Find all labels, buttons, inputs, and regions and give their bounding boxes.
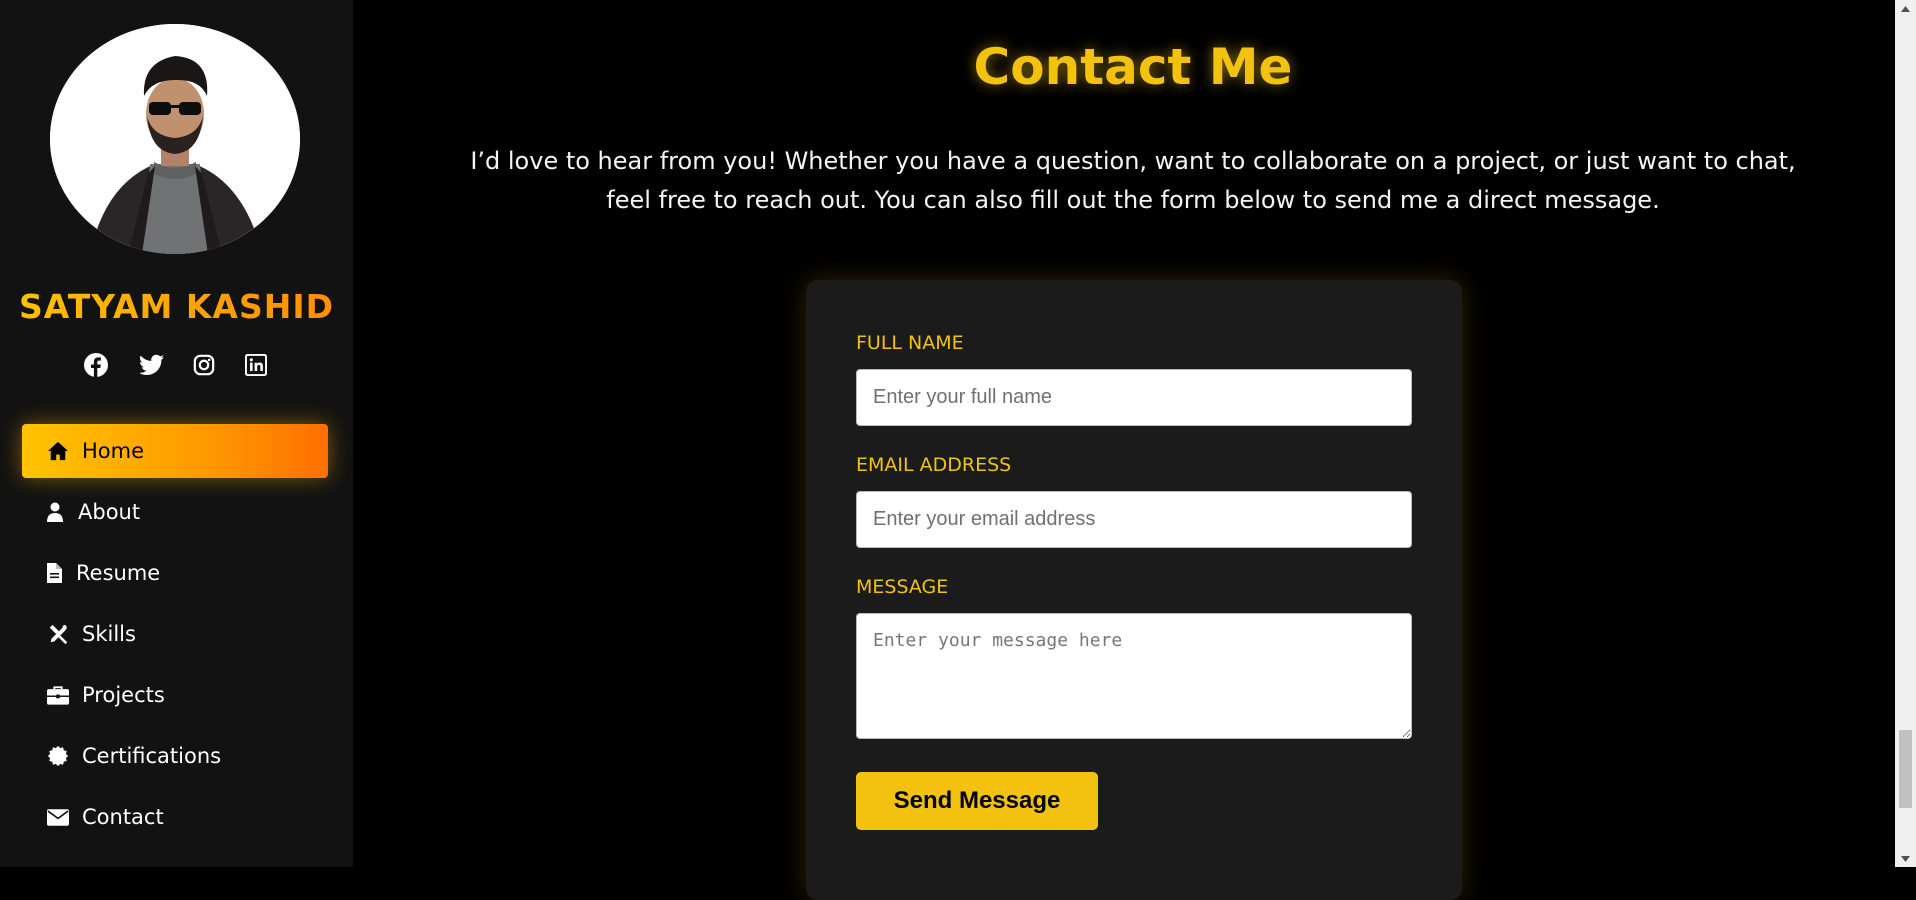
sidebar-item-home[interactable]: Home: [22, 424, 328, 478]
intro-text: I’d love to hear from you! Whether you h…: [453, 142, 1813, 220]
email-input[interactable]: [856, 491, 1412, 548]
instagram-icon[interactable]: [191, 352, 217, 378]
sidebar-item-label: Resume: [76, 561, 161, 585]
send-message-button[interactable]: Send Message: [856, 772, 1098, 830]
contact-form: FULL NAME EMAIL ADDRESS MESSAGE Send Mes…: [806, 280, 1462, 900]
scroll-up-arrow-icon[interactable]: [1895, 0, 1916, 17]
main-content: Contact Me I’d love to hear from you! Wh…: [353, 0, 1896, 900]
message-textarea[interactable]: [856, 613, 1412, 739]
user-icon: [46, 500, 64, 524]
sidebar-item-projects[interactable]: Projects: [22, 668, 328, 722]
sidebar-item-label: Projects: [82, 683, 165, 707]
tools-icon: [46, 622, 70, 646]
sidebar-item-label: About: [78, 500, 141, 524]
page-title: Contact Me: [973, 38, 1293, 96]
sidebar-item-label: Contact: [82, 805, 164, 829]
sidebar-item-contact[interactable]: Contact: [22, 790, 328, 844]
scroll-down-arrow-icon[interactable]: [1895, 850, 1916, 867]
sidebar-nav: Home About Resume Skills Projects Certif…: [22, 424, 328, 851]
home-icon: [46, 439, 70, 463]
avatar: [50, 24, 300, 254]
sidebar-item-label: Home: [82, 439, 145, 463]
sidebar: SATYAM KASHID Home About Resume Skills P…: [0, 0, 353, 867]
briefcase-icon: [46, 683, 70, 707]
full-name-label: FULL NAME: [856, 332, 964, 354]
linkedin-icon[interactable]: [243, 352, 269, 378]
intro-line: feel free to reach out. You can also fil…: [606, 186, 1660, 214]
sidebar-item-resume[interactable]: Resume: [22, 546, 328, 600]
social-links: [0, 352, 353, 382]
file-icon: [46, 561, 62, 585]
sidebar-item-label: Skills: [82, 622, 136, 646]
sidebar-item-certifications[interactable]: Certifications: [22, 729, 328, 783]
profile-photo: [50, 24, 300, 254]
sidebar-item-label: Certifications: [82, 744, 222, 768]
facebook-icon[interactable]: [83, 352, 109, 378]
full-name-input[interactable]: [856, 369, 1412, 426]
message-label: MESSAGE: [856, 576, 949, 598]
sidebar-item-skills[interactable]: Skills: [22, 607, 328, 661]
scrollbar-thumb[interactable]: [1899, 730, 1912, 808]
envelope-icon: [46, 805, 70, 829]
sidebar-item-about[interactable]: About: [22, 485, 328, 539]
email-label: EMAIL ADDRESS: [856, 454, 1012, 476]
page-scrollbar[interactable]: [1895, 0, 1916, 867]
twitter-icon[interactable]: [138, 352, 164, 378]
profile-name: SATYAM KASHID: [0, 287, 353, 326]
intro-line: I’d love to hear from you! Whether you h…: [470, 147, 1796, 175]
certificate-icon: [46, 744, 70, 768]
